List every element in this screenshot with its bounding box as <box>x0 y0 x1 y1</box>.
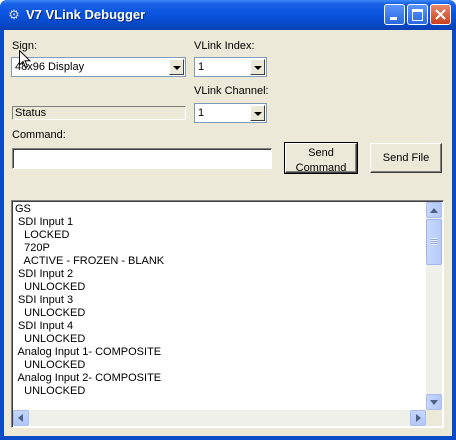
command-label: Command: <box>12 129 66 141</box>
output-line: SDI Input 1 <box>15 216 74 228</box>
output-lines: GS SDI Input 1 LOCKED 720P ACTIVE - FROZ… <box>15 203 164 398</box>
minimize-button[interactable] <box>384 4 405 25</box>
output-line: ACTIVE - FROZEN - BLANK <box>15 255 165 267</box>
scroll-up-icon[interactable] <box>426 202 442 218</box>
command-input[interactable] <box>12 148 272 169</box>
output-line: 720P <box>15 242 50 254</box>
chevron-down-icon[interactable] <box>169 59 184 75</box>
vertical-scrollbar[interactable] <box>426 202 442 410</box>
status-field: Status <box>12 106 186 120</box>
output-line: Analog Input 2- COMPOSITE <box>15 372 162 384</box>
send-file-button[interactable]: Send File <box>370 143 442 173</box>
vlink-channel-select[interactable]: 1 <box>194 103 267 123</box>
scroll-thumb[interactable] <box>426 219 442 265</box>
mouse-pointer-icon <box>19 50 31 69</box>
output-line: GS <box>15 203 31 215</box>
output-line: SDI Input 2 <box>15 268 74 280</box>
scroll-left-icon[interactable] <box>13 410 29 426</box>
output-line: UNLOCKED <box>15 281 86 293</box>
maximize-button[interactable] <box>407 4 428 25</box>
title-bar[interactable]: ⚙ V7 VLink Debugger <box>0 0 456 30</box>
output-line: UNLOCKED <box>15 385 86 397</box>
vlink-channel-label: VLink Channel: <box>194 85 269 97</box>
vlink-index-value: 1 <box>198 61 205 73</box>
client-area: Sign: 48x96 Display VLink Index: 1 Statu… <box>4 30 452 436</box>
window-title: V7 VLink Debugger <box>26 7 146 22</box>
output-line: SDI Input 4 <box>15 320 74 332</box>
app-icon: ⚙ <box>8 7 20 22</box>
output-textbox[interactable]: GS SDI Input 1 LOCKED 720P ACTIVE - FROZ… <box>11 200 444 428</box>
main-window: ⚙ V7 VLink Debugger Sign: 48x96 Display … <box>0 0 456 440</box>
vlink-index-label: VLink Index: <box>194 40 255 52</box>
vlink-channel-value: 1 <box>198 107 205 119</box>
sign-select[interactable]: 48x96 Display <box>11 57 186 77</box>
output-line: UNLOCKED <box>15 307 86 319</box>
horizontal-scrollbar[interactable] <box>13 410 426 426</box>
output-line: UNLOCKED <box>15 333 86 345</box>
send-command-label-line2: Command <box>295 162 347 174</box>
chevron-down-icon[interactable] <box>250 105 265 121</box>
chevron-down-icon[interactable] <box>250 59 265 75</box>
send-command-button[interactable]: Send Command <box>284 142 358 174</box>
scroll-down-icon[interactable] <box>426 394 442 410</box>
output-line: SDI Input 3 <box>15 294 74 306</box>
scrollbar-corner <box>426 410 442 426</box>
vlink-index-select[interactable]: 1 <box>194 57 267 77</box>
output-line: Analog Input 1- COMPOSITE <box>15 346 162 358</box>
send-command-label-line1: Send <box>308 147 334 159</box>
close-button[interactable] <box>430 4 451 25</box>
output-line: UNLOCKED <box>15 359 86 371</box>
output-line: LOCKED <box>15 229 70 241</box>
close-icon <box>435 9 446 20</box>
scroll-right-icon[interactable] <box>410 410 426 426</box>
